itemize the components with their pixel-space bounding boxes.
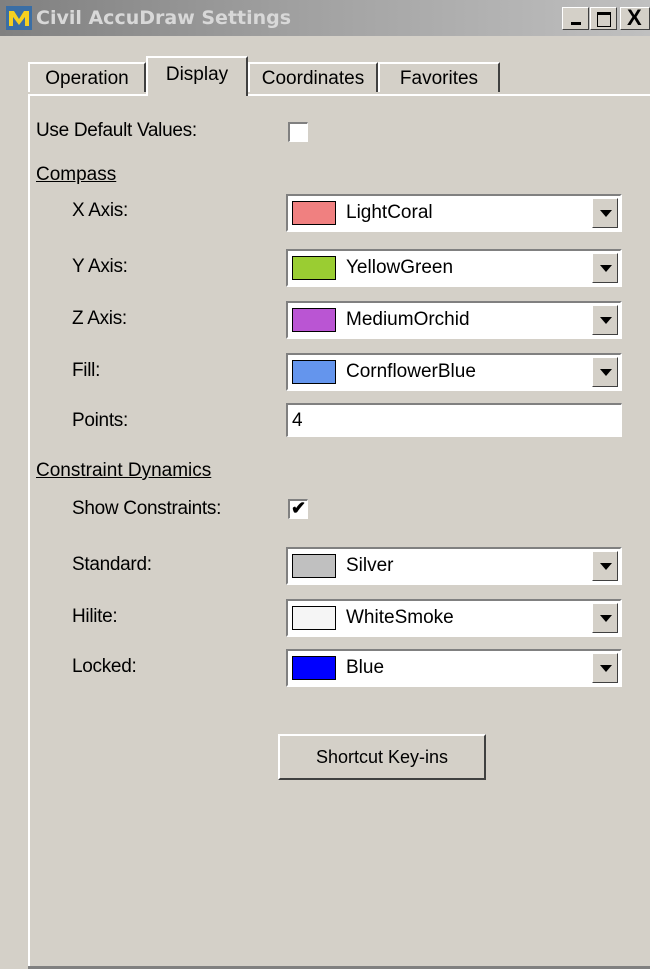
- hilite-color-combo[interactable]: WhiteSmoke: [286, 599, 622, 637]
- y-axis-color-combo[interactable]: YellowGreen: [286, 249, 622, 287]
- fill-color-combo[interactable]: CornflowerBlue: [286, 353, 622, 391]
- tab-display[interactable]: Display: [146, 56, 248, 96]
- tab-operation[interactable]: Operation: [28, 62, 146, 92]
- close-icon: X: [627, 5, 642, 30]
- chevron-down-icon[interactable]: [592, 603, 618, 633]
- color-swatch: [292, 256, 336, 280]
- y-axis-label: Y Axis:: [72, 256, 128, 277]
- color-swatch: [292, 656, 336, 680]
- tab-strip-divider: [28, 94, 650, 96]
- microstation-app-icon: [6, 6, 32, 30]
- z-axis-color-value: MediumOrchid: [346, 309, 470, 330]
- chevron-down-icon[interactable]: [592, 305, 618, 335]
- y-axis-color-value: YellowGreen: [346, 257, 454, 278]
- color-swatch: [292, 554, 336, 578]
- x-axis-label: X Axis:: [72, 200, 128, 221]
- check-icon: ✔: [291, 498, 307, 518]
- use-default-values-checkbox[interactable]: [288, 122, 308, 142]
- color-swatch: [292, 201, 336, 225]
- chevron-down-icon[interactable]: [592, 653, 618, 683]
- z-axis-color-combo[interactable]: MediumOrchid: [286, 301, 622, 339]
- chevron-down-icon[interactable]: [592, 551, 618, 581]
- color-swatch: [292, 308, 336, 332]
- use-default-values-label: Use Default Values:: [36, 120, 197, 141]
- standard-color-combo[interactable]: Silver: [286, 547, 622, 585]
- chevron-down-icon[interactable]: [592, 198, 618, 228]
- show-constraints-checkbox[interactable]: ✔: [288, 498, 308, 519]
- window-left-edge: [0, 96, 28, 969]
- compass-section-heading: Compass: [36, 164, 117, 185]
- color-swatch: [292, 606, 336, 630]
- civil-accudraw-settings-window: Civil AccuDraw Settings X Operation Disp…: [0, 0, 650, 969]
- show-constraints-label: Show Constraints:: [72, 498, 222, 519]
- tab-favorites[interactable]: Favorites: [378, 62, 500, 92]
- standard-label: Standard:: [72, 554, 152, 575]
- fill-label: Fill:: [72, 360, 101, 381]
- hilite-label: Hilite:: [72, 606, 118, 627]
- tab-coordinates[interactable]: Coordinates: [248, 62, 378, 92]
- color-swatch: [292, 360, 336, 384]
- hilite-color-value: WhiteSmoke: [346, 607, 454, 628]
- x-axis-color-combo[interactable]: LightCoral: [286, 194, 622, 232]
- close-button[interactable]: X: [620, 7, 650, 30]
- chevron-down-icon[interactable]: [592, 253, 618, 283]
- fill-color-value: CornflowerBlue: [346, 361, 476, 382]
- points-value: 4: [292, 410, 303, 431]
- constraint-dynamics-section-heading: Constraint Dynamics: [36, 460, 212, 481]
- x-axis-color-value: LightCoral: [346, 202, 433, 223]
- shortcut-key-ins-button[interactable]: Shortcut Key-ins: [278, 734, 486, 780]
- points-input[interactable]: 4: [286, 403, 622, 437]
- title-bar[interactable]: Civil AccuDraw Settings X: [0, 0, 650, 36]
- display-tab-panel: Use Default Values: Compass X Axis: Ligh…: [28, 96, 650, 969]
- chevron-down-icon[interactable]: [592, 357, 618, 387]
- maximize-button[interactable]: [590, 7, 617, 30]
- locked-color-value: Blue: [346, 657, 385, 678]
- locked-color-combo[interactable]: Blue: [286, 649, 622, 687]
- locked-label: Locked:: [72, 656, 137, 677]
- standard-color-value: Silver: [346, 555, 394, 576]
- minimize-button[interactable]: [562, 7, 589, 30]
- window-title: Civil AccuDraw Settings: [36, 7, 292, 29]
- z-axis-label: Z Axis:: [72, 308, 127, 329]
- points-label: Points:: [72, 410, 128, 431]
